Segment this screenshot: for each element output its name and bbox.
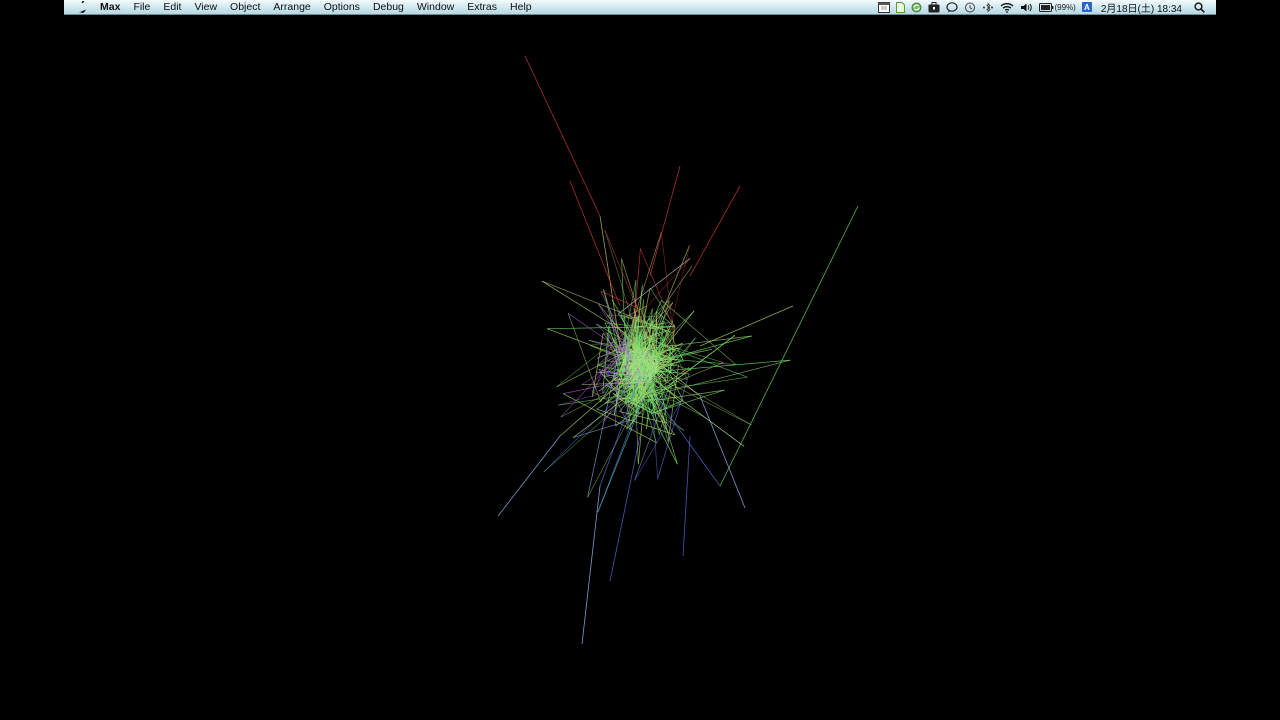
core-glow [622,348,658,384]
wifi-icon[interactable] [1000,0,1014,15]
generative-line-visualization [497,55,859,645]
sync-icon[interactable] [911,0,922,15]
strand-segment [618,258,691,315]
menu-view[interactable]: View [188,0,224,15]
menu-bar: Max File Edit View Object Arrange Option… [64,0,1216,15]
spike-segment [497,435,561,517]
volume-icon[interactable] [1020,0,1033,15]
chat-icon[interactable] [945,0,958,15]
menu-help[interactable]: Help [504,0,539,15]
spike-segment [524,55,601,217]
menu-window[interactable]: Window [410,0,460,15]
menu-object[interactable]: Object [224,0,267,15]
app-menu-max[interactable]: Max [94,0,127,15]
strand-segment [669,346,672,374]
spike-segment [581,485,601,645]
time-machine-icon[interactable] [964,0,976,15]
apple-menu-icon[interactable] [68,1,94,13]
calendar-icon[interactable] [877,0,890,15]
line-cluster [497,55,859,645]
status-area: (99%) A 2月18日(土) 18:34 [875,0,1217,15]
spike-segment [699,305,794,347]
input-method-icon[interactable]: A [1081,0,1092,15]
briefcase-icon[interactable] [928,0,940,15]
menu-file[interactable]: File [127,0,157,15]
spike-segment [719,205,859,487]
menu-options[interactable]: Options [317,0,366,15]
spike-segment [649,165,681,277]
menu-edit[interactable]: Edit [157,0,188,15]
spike-segment [699,395,746,509]
menu-arrange[interactable]: Arrange [267,0,317,15]
battery-percentage: (99%) [1054,2,1076,12]
bluetooth-dots-icon[interactable] [982,0,994,15]
spike-segment [682,435,691,557]
battery-icon[interactable]: (99%) [1038,0,1076,15]
spike-segment [609,435,641,582]
menu-clock[interactable]: 2月18日(土) 18:34 [1101,0,1182,15]
strand-segment [567,313,602,403]
strand-segment [541,280,643,345]
spike-segment [689,185,741,277]
menu-extras[interactable]: Extras [461,0,504,15]
spike-segment [569,180,621,307]
menu-debug[interactable]: Debug [366,0,410,15]
spotlight-search-icon[interactable] [1194,0,1205,15]
input-method-label: A [1081,2,1092,12]
strand-segment [587,358,618,498]
menu-left: Max File Edit View Object Arrange Option… [64,0,538,14]
document-icon[interactable] [895,0,905,15]
